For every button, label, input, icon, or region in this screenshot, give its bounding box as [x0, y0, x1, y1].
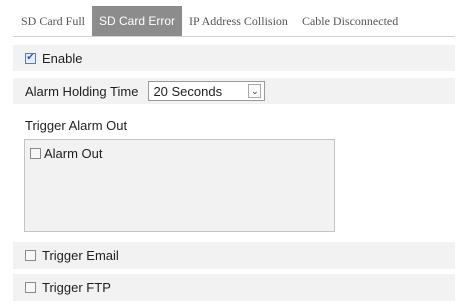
- tab-ip-address-collision[interactable]: IP Address Collision: [182, 6, 295, 36]
- enable-row: ✔ Enable: [13, 45, 455, 71]
- alarm-out-item: Alarm Out: [30, 146, 103, 161]
- chevron-down-icon[interactable]: ⌄: [248, 84, 262, 98]
- trigger-email-label: Trigger Email: [42, 248, 119, 263]
- alarm-out-label: Alarm Out: [44, 146, 103, 161]
- trigger-alarm-out-row: Trigger Alarm Out: [13, 112, 455, 138]
- tab-sd-card-full[interactable]: SD Card Full: [13, 6, 92, 36]
- alarm-holding-time-select[interactable]: 20 Seconds ⌄: [148, 81, 266, 101]
- alarm-holding-time-label: Alarm Holding Time: [25, 83, 139, 99]
- trigger-email-row: Trigger Email: [13, 242, 455, 269]
- alarm-holding-time-value: 20 Seconds: [153, 83, 223, 99]
- tab-sd-card-error[interactable]: SD Card Error: [92, 6, 183, 36]
- tab-cable-disconnected[interactable]: Cable Disconnected: [295, 6, 405, 36]
- trigger-alarm-out-label: Trigger Alarm Out: [25, 117, 128, 133]
- trigger-ftp-row: Trigger FTP: [13, 274, 455, 301]
- alarm-out-checkbox[interactable]: [30, 148, 41, 159]
- alarm-out-list: Alarm Out: [24, 139, 335, 232]
- alarm-type-tabs: SD Card Full SD Card Error IP Address Co…: [13, 6, 455, 37]
- alarm-holding-time-row: Alarm Holding Time 20 Seconds ⌄: [13, 78, 455, 104]
- enable-checkbox[interactable]: ✔: [25, 52, 36, 64]
- trigger-ftp-checkbox[interactable]: [25, 282, 36, 293]
- trigger-ftp-label: Trigger FTP: [42, 280, 111, 295]
- trigger-email-checkbox[interactable]: [25, 250, 36, 261]
- enable-label: Enable: [42, 50, 83, 66]
